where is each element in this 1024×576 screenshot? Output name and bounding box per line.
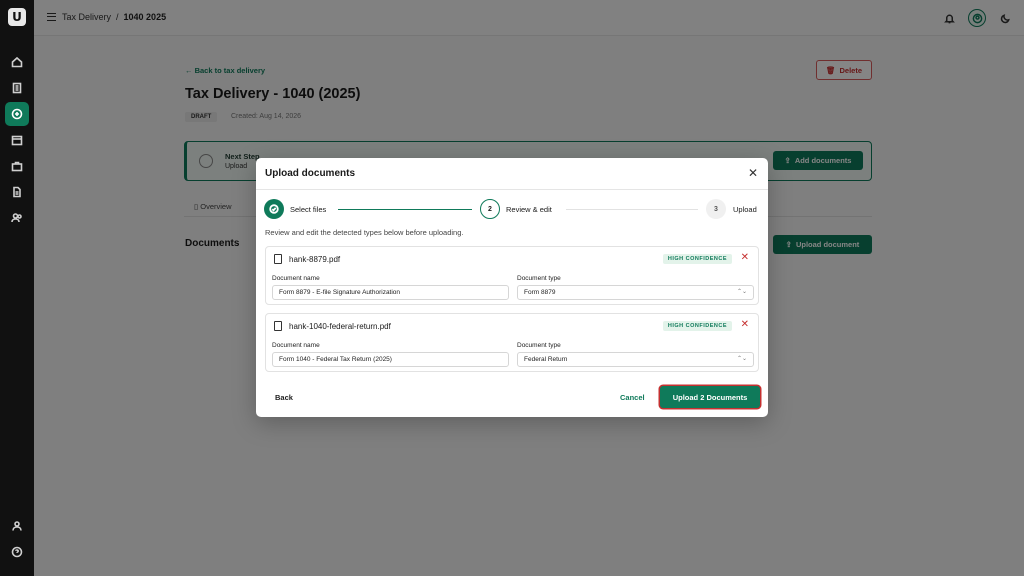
document-name-label: Document name bbox=[272, 275, 320, 282]
file-name: hank-8879.pdf bbox=[289, 255, 341, 264]
calendar-icon[interactable] bbox=[5, 128, 29, 152]
file-card: hank-8879.pdf HIGH CONFIDENCE ✕ Document… bbox=[265, 246, 759, 305]
remove-file-icon[interactable]: ✕ bbox=[741, 319, 749, 331]
document-type-label: Document type bbox=[517, 342, 561, 349]
step-connector bbox=[566, 208, 698, 210]
dialog-footer: Back Cancel Upload 2 Documents bbox=[256, 381, 768, 417]
step-2-label: Review & edit bbox=[506, 205, 552, 214]
file-icon bbox=[274, 254, 282, 264]
document-icon[interactable] bbox=[5, 180, 29, 204]
cancel-button[interactable]: Cancel bbox=[620, 393, 645, 402]
dialog-title: Upload documents bbox=[265, 168, 356, 179]
chevron-updown-icon: ⌃⌄ bbox=[736, 356, 747, 362]
document-type-select[interactable]: Form 8879 ⌃⌄ bbox=[517, 285, 754, 300]
step-3-label: Upload bbox=[733, 205, 757, 214]
step-1-check-icon bbox=[264, 199, 284, 219]
tax-delivery-icon[interactable] bbox=[5, 102, 29, 126]
confidence-badge: HIGH CONFIDENCE bbox=[662, 254, 732, 264]
home-icon[interactable] bbox=[5, 50, 29, 74]
document-type-value: Form 8879 bbox=[524, 289, 556, 296]
step-2-number: 2 bbox=[480, 199, 500, 219]
building-icon[interactable] bbox=[5, 76, 29, 100]
document-type-select[interactable]: Federal Return ⌃⌄ bbox=[517, 352, 754, 367]
document-type-label: Document type bbox=[517, 275, 561, 282]
upload-documents-dialog: Upload documents ✕ Select files 2 Review… bbox=[256, 158, 768, 417]
sidebar: U bbox=[0, 0, 34, 576]
stepper: Select files 2 Review & edit 3 Upload bbox=[264, 199, 760, 219]
review-hint: Review and edit the detected types below… bbox=[265, 228, 464, 237]
document-name-input[interactable]: Form 8879 - E-file Signature Authorizati… bbox=[272, 285, 509, 300]
file-icon bbox=[274, 321, 282, 331]
help-icon[interactable] bbox=[5, 540, 29, 564]
close-icon[interactable]: ✕ bbox=[748, 167, 758, 179]
profile-icon[interactable] bbox=[5, 514, 29, 538]
file-name: hank-1040-federal-return.pdf bbox=[289, 322, 391, 331]
back-button[interactable]: Back bbox=[275, 393, 293, 402]
chevron-updown-icon: ⌃⌄ bbox=[736, 289, 747, 295]
briefcase-icon[interactable] bbox=[5, 154, 29, 178]
app-logo[interactable]: U bbox=[8, 8, 26, 26]
file-card: hank-1040-federal-return.pdf HIGH CONFID… bbox=[265, 313, 759, 372]
upload-documents-button[interactable]: Upload 2 Documents bbox=[660, 386, 760, 408]
step-1-label: Select files bbox=[290, 205, 327, 214]
step-3-number: 3 bbox=[706, 199, 726, 219]
users-icon[interactable] bbox=[5, 206, 29, 230]
document-name-label: Document name bbox=[272, 342, 320, 349]
document-type-value: Federal Return bbox=[524, 356, 568, 363]
remove-file-icon[interactable]: ✕ bbox=[741, 252, 749, 264]
confidence-badge: HIGH CONFIDENCE bbox=[662, 321, 732, 331]
step-connector bbox=[338, 208, 472, 210]
document-name-input[interactable]: Form 1040 - Federal Tax Return (2025) bbox=[272, 352, 509, 367]
